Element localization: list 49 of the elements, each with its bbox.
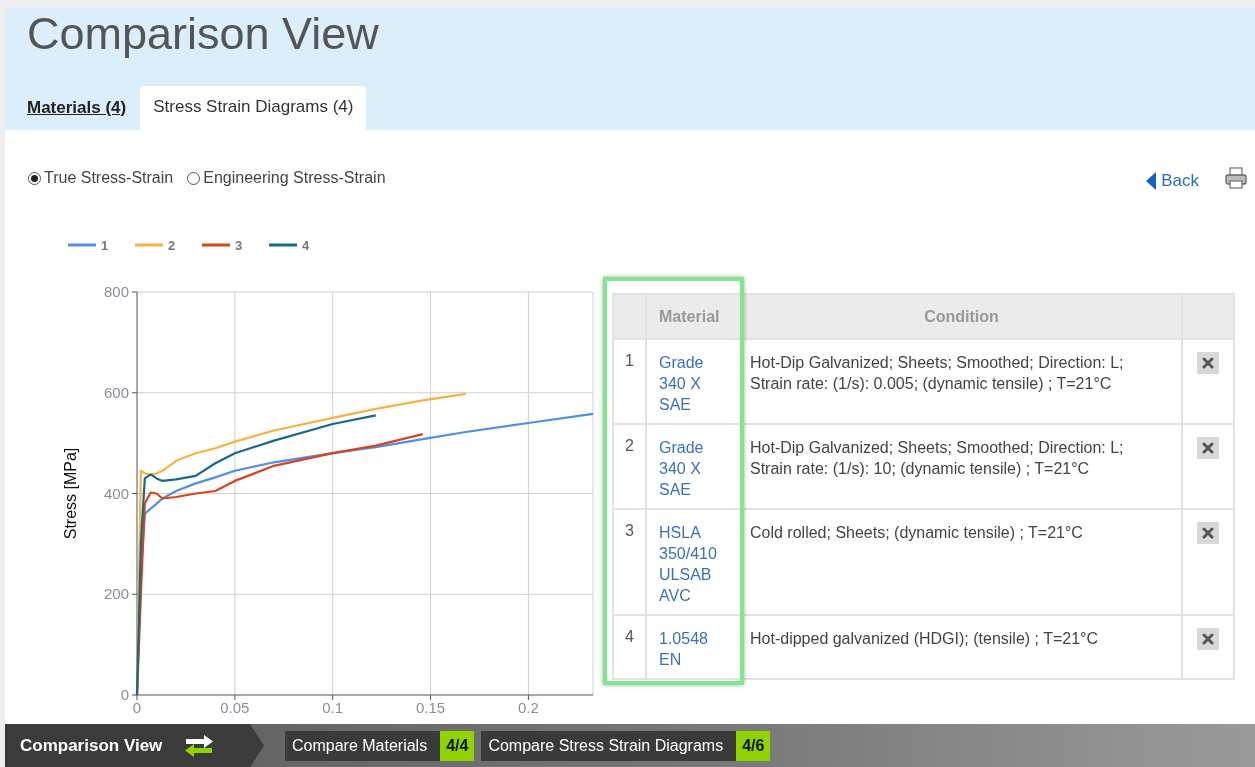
close-icon (1202, 633, 1214, 645)
tab[interactable]: Stress Strain Diagrams (4) (140, 86, 367, 130)
legend-label[interactable]: 3 (235, 238, 243, 253)
tick-label: 0 (132, 699, 142, 716)
tick-label: 400 (103, 484, 129, 502)
legend-label[interactable]: 4 (302, 238, 310, 253)
legend-label[interactable]: 2 (168, 238, 176, 253)
count-badge: 4/4 (440, 730, 475, 761)
close-icon (1202, 527, 1214, 539)
radio-button[interactable] (28, 171, 41, 185)
tick-label: 0.1 (322, 699, 344, 716)
row-number: 3 (613, 509, 646, 615)
printer-icon[interactable] (1225, 167, 1247, 189)
column-header: Condition (741, 294, 1182, 339)
page-title: Comparison View (27, 8, 379, 60)
tick-label: 0.05 (220, 699, 250, 716)
tick-label: 800 (103, 283, 129, 300)
breadcrumb-title: Comparison View (20, 735, 163, 756)
axis-title: Stress [MPa] (62, 447, 79, 540)
close-icon (1202, 442, 1214, 454)
count-badge: 4/6 (736, 730, 771, 761)
tab[interactable]: Materials (4) (27, 98, 127, 118)
radio-label: True Stress-Strain (44, 169, 174, 187)
table-cell: Hot-Dip Galvanized; Sheets; Smoothed; Direction: L; Strain rate: (1/s): 0.005; (dynamic tensile) ; T=21°C (741, 339, 1182, 424)
row-number: 4 (613, 615, 646, 679)
tick-label: 0 (120, 686, 129, 703)
radio-button[interactable] (187, 171, 201, 185)
remove-button[interactable] (1197, 522, 1219, 544)
remove-button[interactable] (1197, 628, 1219, 650)
remove-button[interactable] (1197, 437, 1219, 459)
row-number: 1 (613, 339, 646, 424)
swap-arrows-icon[interactable] (184, 734, 215, 757)
back-link[interactable]: Back (1146, 171, 1199, 191)
tick-label: 600 (103, 383, 129, 401)
legend-label[interactable]: 1 (101, 238, 109, 253)
step-tab[interactable]: Compare Materials 4/4 (285, 730, 475, 761)
table-cell: Hot-Dip Galvanized; Sheets; Smoothed; Direction: L; Strain rate: (1/s): 10; (dynamic tensile) ; T=21°C (741, 424, 1182, 509)
tick-label: 0.2 (518, 699, 539, 716)
tick-label: 0.15 (415, 699, 446, 716)
table-cell: Cold rolled; Sheets; (dynamic tensile) ; T=21°C (741, 509, 1182, 615)
column-header: Material (646, 294, 741, 339)
table-cell: Hot-dipped galvanized (HDGI); (tensile) ; T=21°C (741, 615, 1182, 679)
row-number: 2 (613, 424, 646, 509)
tick-label: 200 (103, 585, 129, 603)
close-icon (1202, 357, 1214, 369)
step-tab[interactable]: Compare Stress Strain Diagrams 4/6 (481, 730, 771, 761)
left-triangle-icon (1146, 172, 1157, 190)
radio-label: Engineering Stress-Strain (203, 169, 386, 187)
remove-button[interactable] (1197, 352, 1219, 374)
